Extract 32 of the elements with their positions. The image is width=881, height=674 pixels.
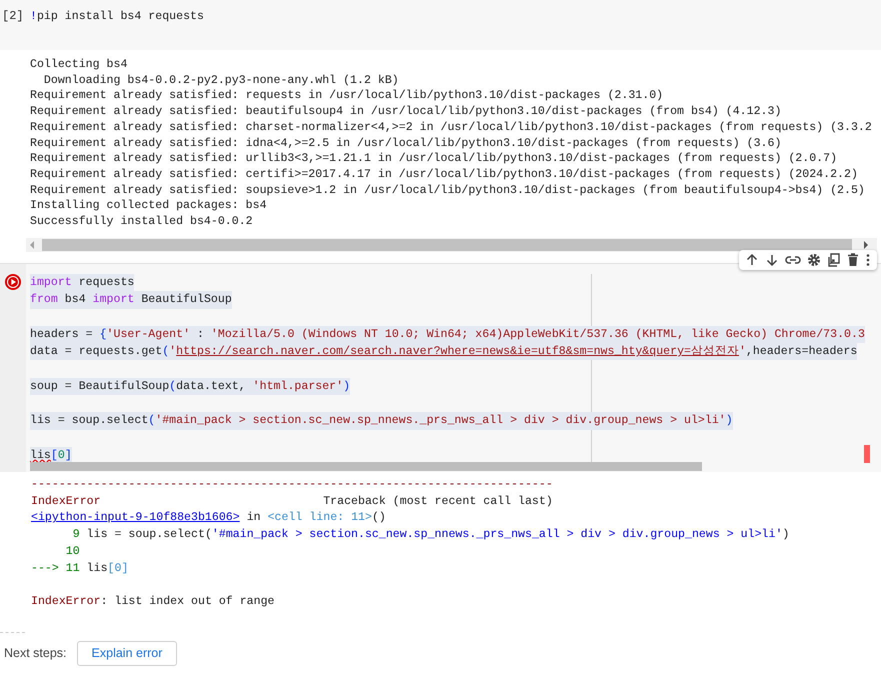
code-scrollbar-thumb[interactable]: [30, 462, 702, 471]
output-line: Requirement already satisfied: certifi>=2017.4.17 in /usr/local/lib/python3.10/dist-packages (from requests) (2024.2.2): [30, 166, 858, 183]
move-down-icon[interactable]: [765, 253, 779, 267]
traceback-line: <ipython-input-9-10f88e3b1606> in <cell line: 11>(): [31, 510, 386, 526]
output-line: Successfully installed bs4-0.0.2: [30, 214, 253, 230]
traceback-line: 9 lis = soup.select('#main_pack > section.sc_new.sp_nnews._prs_nws_all > div > div.group_news > ul>li'): [72, 527, 790, 544]
output-line: Installing collected packages: bs4: [30, 198, 267, 214]
settings-icon[interactable]: [807, 253, 821, 267]
mirror-cell-icon[interactable]: [827, 253, 841, 267]
traceback-line: IndexError Traceback (most recent call last): [31, 494, 553, 510]
output-line: Requirement already satisfied: charset-normalizer<4,>=2 in /usr/local/lib/python3.10/dist-packages (from requests) (3.3.2: [30, 120, 872, 136]
scrollbar-thumb[interactable]: [42, 239, 852, 251]
horizontal-scrollbar[interactable]: [26, 238, 877, 252]
traceback-line: IndexError: list index out of range: [31, 594, 275, 610]
output-line: Requirement already satisfied: requests in /usr/local/lib/python3.10/dist-packages (2.31.0): [30, 88, 664, 104]
move-up-icon[interactable]: [745, 253, 759, 267]
code-line: !pip install bs4 requests: [30, 9, 204, 25]
next-steps-label: Next steps:: [4, 645, 67, 662]
execution-count: [2]: [1, 8, 25, 25]
run-cell-icon[interactable]: [5, 274, 21, 290]
output-line: Requirement already satisfied: soupsieve>1.2 in /usr/local/lib/python3.10/dist-packages (from beautifulsoup4->bs4) (2.5): [30, 182, 865, 198]
output-line: Requirement already satisfied: beautifulsoup4 in /usr/local/lib/python3.10/dist-packages (from bs4) (4.12.3): [30, 104, 782, 120]
traceback-line: 10: [64, 544, 80, 560]
output-line: Downloading bs4-0.0.2-py2.py3-none-any.whl (1.2 kB): [42, 72, 399, 88]
traceback-line: ---> 11 lis[0]: [31, 560, 128, 577]
output-line: Collecting bs4: [30, 57, 128, 73]
output-line: Requirement already satisfied: idna<4,>=2.5 in /usr/local/lib/python3.10/dist-packages (from requests) (3.6): [30, 136, 782, 152]
delete-icon[interactable]: [847, 253, 859, 267]
traceback-line: ---------------------------------------------------------------------------: [31, 477, 553, 493]
more-icon[interactable]: [865, 253, 871, 267]
output-line: Requirement already satisfied: urllib3<3,>=1.21.1 in /usr/local/lib/python3.10/dist-packages (from requests) (2.0.7): [30, 151, 838, 167]
explain-error-button[interactable]: Explain error: [76, 641, 178, 666]
